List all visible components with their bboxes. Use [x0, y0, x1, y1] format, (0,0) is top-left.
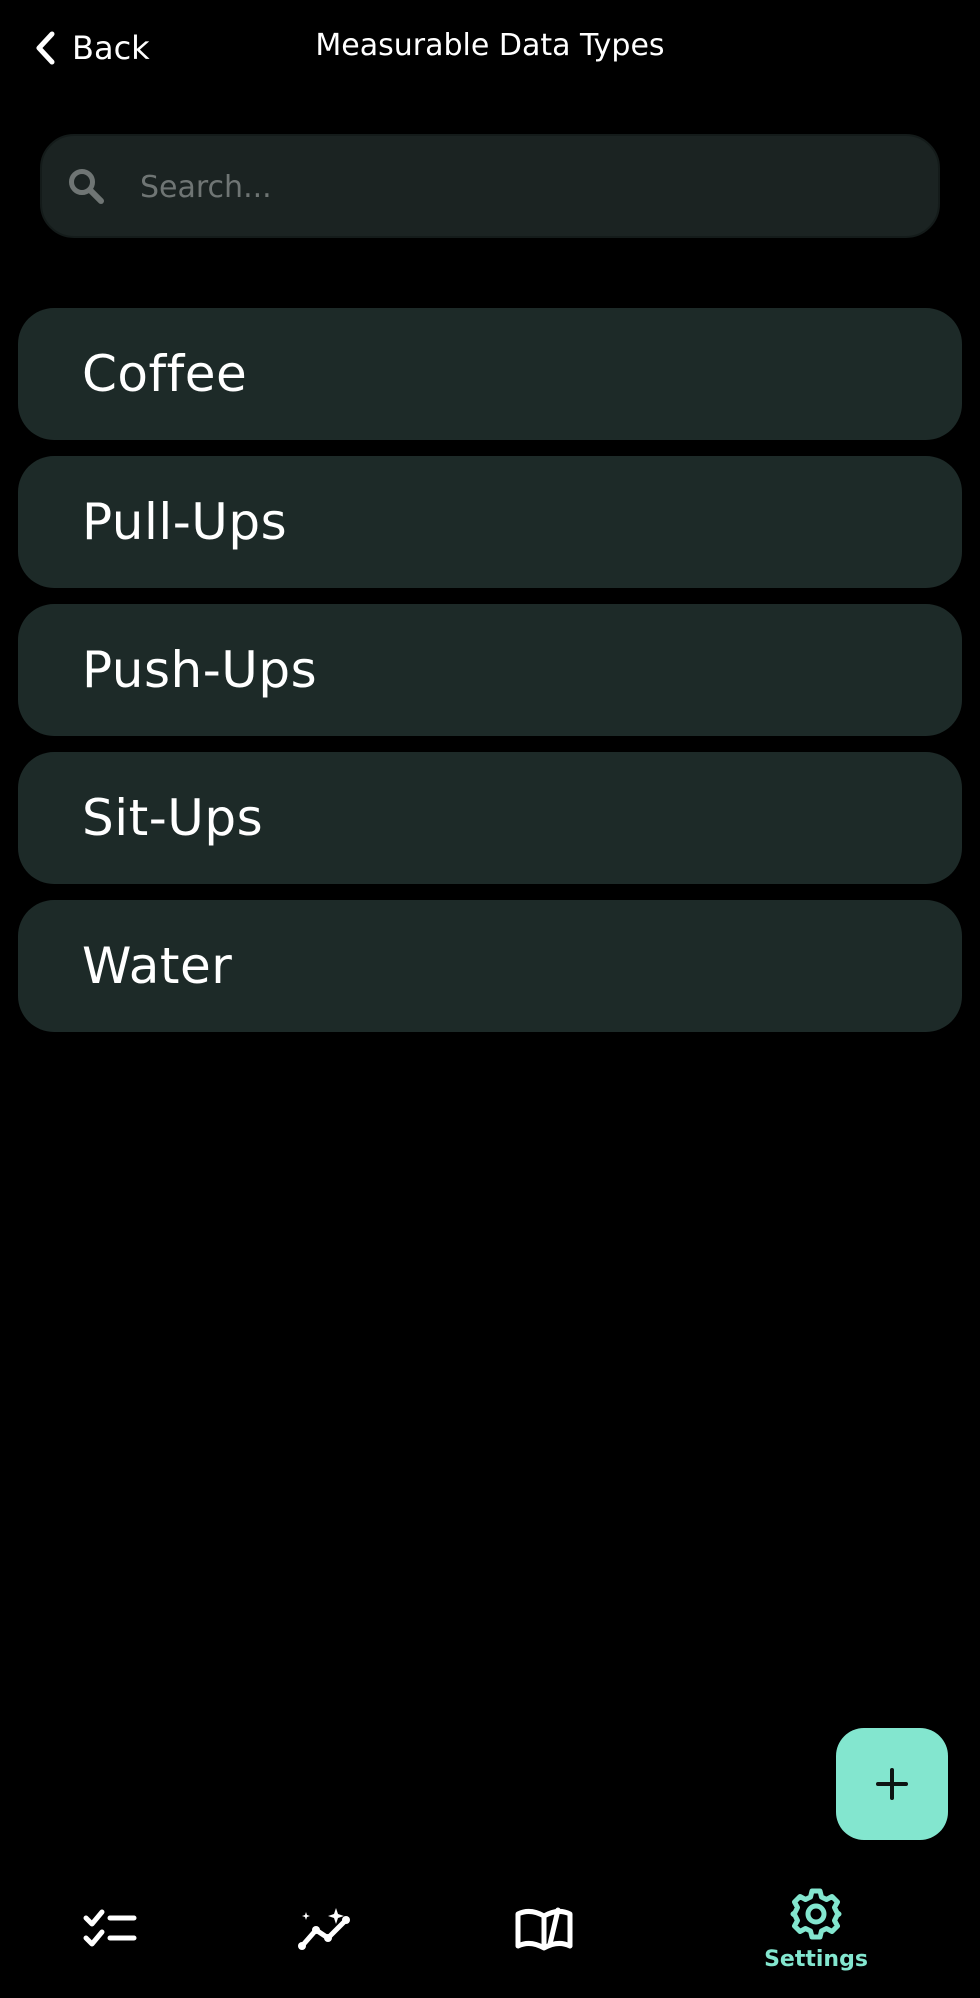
search-box[interactable] — [40, 134, 940, 238]
nav-journal[interactable] — [504, 1860, 584, 1998]
book-open-icon — [515, 1907, 573, 1951]
search-input[interactable] — [138, 136, 922, 238]
list-item-push-ups[interactable]: Push-Ups — [18, 604, 962, 736]
list-item-label: Sit-Ups — [82, 789, 264, 847]
plus-icon — [876, 1768, 908, 1800]
sparkle-trend-icon — [298, 1908, 350, 1950]
nav-settings-label: Settings — [764, 1946, 868, 1972]
list-item-label: Water — [82, 937, 233, 995]
search-icon — [69, 169, 104, 204]
list-item-label: Push-Ups — [82, 641, 318, 699]
header: Back Measurable Data Types — [0, 0, 980, 100]
list-item-label: Pull-Ups — [82, 493, 288, 551]
add-data-type-button[interactable] — [836, 1728, 948, 1840]
list-item-sit-ups[interactable]: Sit-Ups — [18, 752, 962, 884]
list-item-pull-ups[interactable]: Pull-Ups — [18, 456, 962, 588]
gear-icon — [790, 1888, 842, 1939]
nav-settings[interactable]: Settings — [756, 1860, 876, 1998]
checklist-icon — [83, 1909, 137, 1947]
page-title: Measurable Data Types — [315, 28, 665, 63]
data-type-list: Coffee Pull-Ups Push-Ups Sit-Ups Water — [18, 308, 962, 1048]
list-item-label: Coffee — [82, 345, 248, 403]
nav-insights[interactable] — [286, 1860, 366, 1998]
list-item-coffee[interactable]: Coffee — [18, 308, 962, 440]
bottom-nav: Settings — [0, 1860, 980, 1998]
nav-tasks[interactable] — [70, 1860, 150, 1998]
list-item-water[interactable]: Water — [18, 900, 962, 1032]
